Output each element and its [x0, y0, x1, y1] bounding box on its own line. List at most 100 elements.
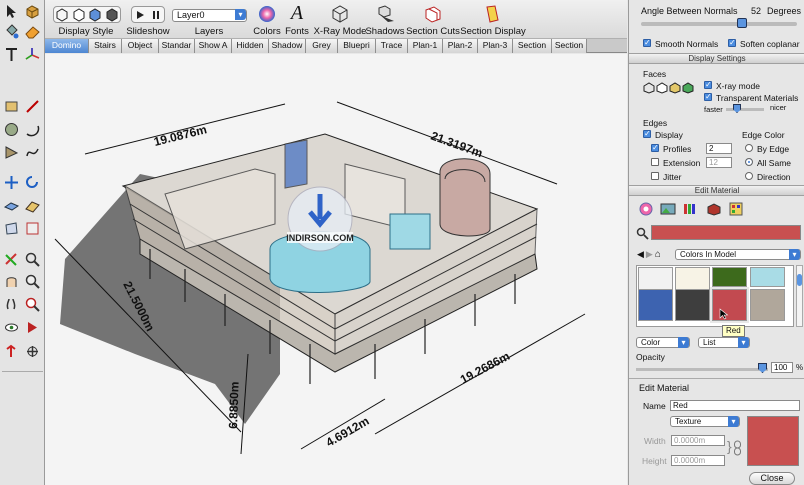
text-icon[interactable] — [2, 45, 21, 64]
swatch-3[interactable] — [712, 267, 747, 287]
face-hidden-icon[interactable] — [656, 82, 668, 94]
color-mode-select[interactable]: Color — [636, 337, 690, 348]
shaded-style-icon[interactable] — [88, 7, 102, 22]
all-same-radio[interactable] — [745, 158, 753, 166]
textured-style-icon[interactable] — [105, 7, 119, 22]
jitter-checkbox[interactable] — [651, 172, 659, 180]
opacity-slider-thumb[interactable] — [758, 363, 767, 373]
angle-slider-thumb[interactable] — [737, 18, 747, 28]
profiles-input[interactable]: 2 — [706, 143, 732, 154]
by-edge-radio[interactable] — [745, 144, 753, 152]
transparency-slider-thumb[interactable] — [733, 104, 741, 113]
swatch-6[interactable] — [675, 289, 710, 321]
profiles-checkbox[interactable] — [651, 143, 659, 152]
dimension-icon[interactable] — [23, 250, 42, 269]
direction-radio[interactable] — [745, 172, 753, 180]
texture-select[interactable]: Texture — [670, 416, 740, 427]
follow-me-icon[interactable] — [23, 196, 42, 215]
scale-icon[interactable] — [23, 219, 42, 238]
tape-measure-icon[interactable] — [2, 250, 21, 269]
crayon-tab-icon[interactable] — [683, 202, 699, 216]
tab-trace[interactable]: Trace — [376, 39, 408, 53]
swatch-4[interactable] — [750, 267, 785, 287]
extension-input[interactable]: 12 — [706, 157, 732, 168]
edges-display-checkbox[interactable] — [643, 129, 651, 138]
xray-icon[interactable] — [330, 4, 350, 24]
position-camera-icon[interactable] — [23, 318, 42, 337]
home-icon[interactable]: ⌂ — [655, 249, 661, 260]
edit-material-title[interactable]: Edit Material — [629, 185, 804, 196]
extension-checkbox[interactable] — [651, 158, 659, 166]
image-tab-icon[interactable] — [660, 202, 676, 216]
slideshow-control[interactable] — [131, 6, 165, 23]
hidden-line-style-icon[interactable] — [72, 7, 86, 22]
section-cuts-icon[interactable] — [423, 4, 443, 24]
look-around-icon[interactable] — [2, 342, 21, 361]
material-name-input[interactable]: Red — [670, 400, 800, 411]
tab-object[interactable]: Object — [122, 39, 159, 53]
close-button[interactable]: Close — [749, 472, 795, 485]
texture-height-input[interactable]: 0.0000m — [671, 455, 725, 466]
tab-grey[interactable]: Grey — [306, 39, 338, 53]
3d-viewport[interactable]: INDIRSON.COM 19.0876m 21.3197m 21.5000m … — [45, 54, 627, 485]
face-shaded-icon[interactable] — [669, 82, 681, 94]
swatch-8[interactable] — [750, 289, 785, 321]
tab-plan-1[interactable]: Plan-1 — [408, 39, 443, 53]
tab-standar[interactable]: Standar — [159, 39, 195, 53]
shadows-icon[interactable] — [374, 4, 396, 24]
link-chain-icon[interactable] — [733, 440, 742, 456]
zoom-icon[interactable] — [23, 272, 42, 291]
view-mode-select[interactable]: List — [698, 337, 750, 348]
pause-icon[interactable] — [151, 10, 161, 20]
pan-icon[interactable] — [2, 295, 21, 314]
palette-tab-icon[interactable] — [729, 202, 743, 216]
opacity-input[interactable]: 100 — [771, 362, 793, 373]
brick-tab-icon[interactable] — [706, 202, 722, 216]
fonts-icon[interactable]: A — [291, 2, 303, 25]
face-textured-icon[interactable] — [682, 82, 694, 94]
swatch-7[interactable] — [710, 287, 749, 323]
paint-bucket-icon[interactable] — [2, 22, 21, 41]
push-pull-icon[interactable] — [2, 196, 21, 215]
back-icon[interactable]: ◀ — [637, 249, 644, 260]
color-wheel-tab-icon[interactable] — [639, 202, 653, 216]
section-plane-icon[interactable] — [23, 342, 42, 361]
select-icon[interactable] — [2, 2, 21, 21]
orbit-icon[interactable] — [2, 272, 21, 291]
xray-mode-checkbox[interactable] — [704, 80, 712, 89]
eraser-icon[interactable] — [23, 22, 42, 41]
make-component-icon[interactable] — [23, 2, 42, 21]
tab-stairs[interactable]: Stairs — [89, 39, 122, 53]
zoom-window-icon[interactable] — [23, 295, 42, 314]
face-wire-icon[interactable] — [643, 82, 655, 94]
angle-slider[interactable] — [641, 22, 797, 26]
forward-icon[interactable]: ▶ — [646, 249, 653, 260]
transparency-quality-slider[interactable] — [726, 108, 764, 111]
tab-plan-3[interactable]: Plan-3 — [478, 39, 513, 53]
play-icon[interactable] — [135, 10, 145, 20]
offset-icon[interactable] — [2, 219, 21, 238]
tab-section[interactable]: Section — [513, 39, 552, 53]
display-settings-title[interactable]: Display Settings — [629, 53, 804, 64]
eyedropper-icon[interactable] — [636, 227, 649, 240]
color-wheel-icon[interactable] — [257, 4, 277, 24]
rectangle-icon[interactable] — [2, 97, 21, 116]
arc-icon[interactable] — [23, 120, 42, 139]
scrollbar-thumb[interactable] — [797, 274, 802, 286]
rotate-icon[interactable] — [23, 173, 42, 192]
section-display-icon[interactable] — [483, 4, 503, 24]
axes-icon[interactable] — [23, 45, 42, 64]
wireframe-style-icon[interactable] — [55, 7, 69, 22]
swatch-5[interactable] — [638, 289, 673, 321]
smooth-normals-checkbox[interactable] — [643, 38, 651, 47]
transparent-materials-checkbox[interactable] — [704, 92, 712, 101]
walk-icon[interactable] — [2, 318, 21, 337]
tab-section-2[interactable]: Section — [552, 39, 587, 53]
freehand-icon[interactable] — [23, 143, 42, 162]
texture-width-input[interactable]: 0.0000m — [671, 435, 725, 446]
tab-bluepri[interactable]: Bluepri — [338, 39, 376, 53]
swatch-scrollbar[interactable] — [796, 265, 803, 327]
tab-plan-2[interactable]: Plan-2 — [443, 39, 478, 53]
display-style-control[interactable] — [53, 6, 121, 23]
face-style-buttons[interactable] — [643, 82, 697, 94]
